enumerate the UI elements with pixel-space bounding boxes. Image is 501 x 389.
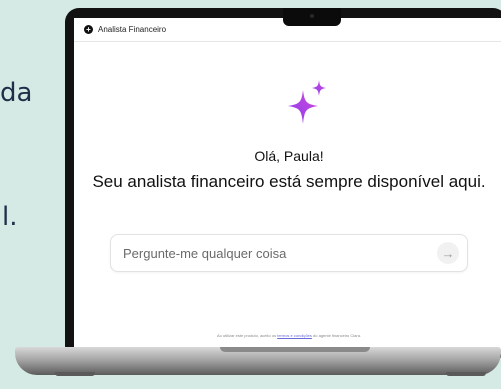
terms-prefix: Ao utilizar este produto, aceito os: [216, 333, 278, 338]
send-button[interactable]: →: [437, 242, 459, 264]
arrow-right-icon: →: [441, 245, 455, 261]
laptop-base: [15, 347, 501, 375]
headline: Seu analista financeiro está sempre disp…: [92, 172, 486, 191]
terms-note: Ao utilizar este produto, aceito os term…: [74, 333, 501, 338]
camera-notch: [283, 8, 341, 26]
question-input[interactable]: [123, 243, 423, 263]
terms-suffix: do agente financeiro Clara.: [311, 333, 362, 338]
plus-circle-icon[interactable]: +: [84, 25, 93, 34]
laptop-foot: [446, 372, 486, 376]
app-title: Analista Financeiro: [98, 25, 167, 34]
question-box[interactable]: →: [110, 234, 468, 272]
base-groove: [220, 347, 370, 352]
terms-link[interactable]: termos e condições: [277, 333, 312, 338]
background-text-l: l.: [2, 202, 18, 232]
background-text-da: da: [0, 78, 33, 108]
laptop-foot: [55, 372, 95, 376]
app-window: + Analista Financeiro Olá, Paula! Seu an…: [74, 18, 501, 354]
greeting: Olá, Paula!: [254, 148, 324, 164]
camera-icon: [310, 14, 314, 18]
sparkle-icon: [288, 80, 326, 124]
